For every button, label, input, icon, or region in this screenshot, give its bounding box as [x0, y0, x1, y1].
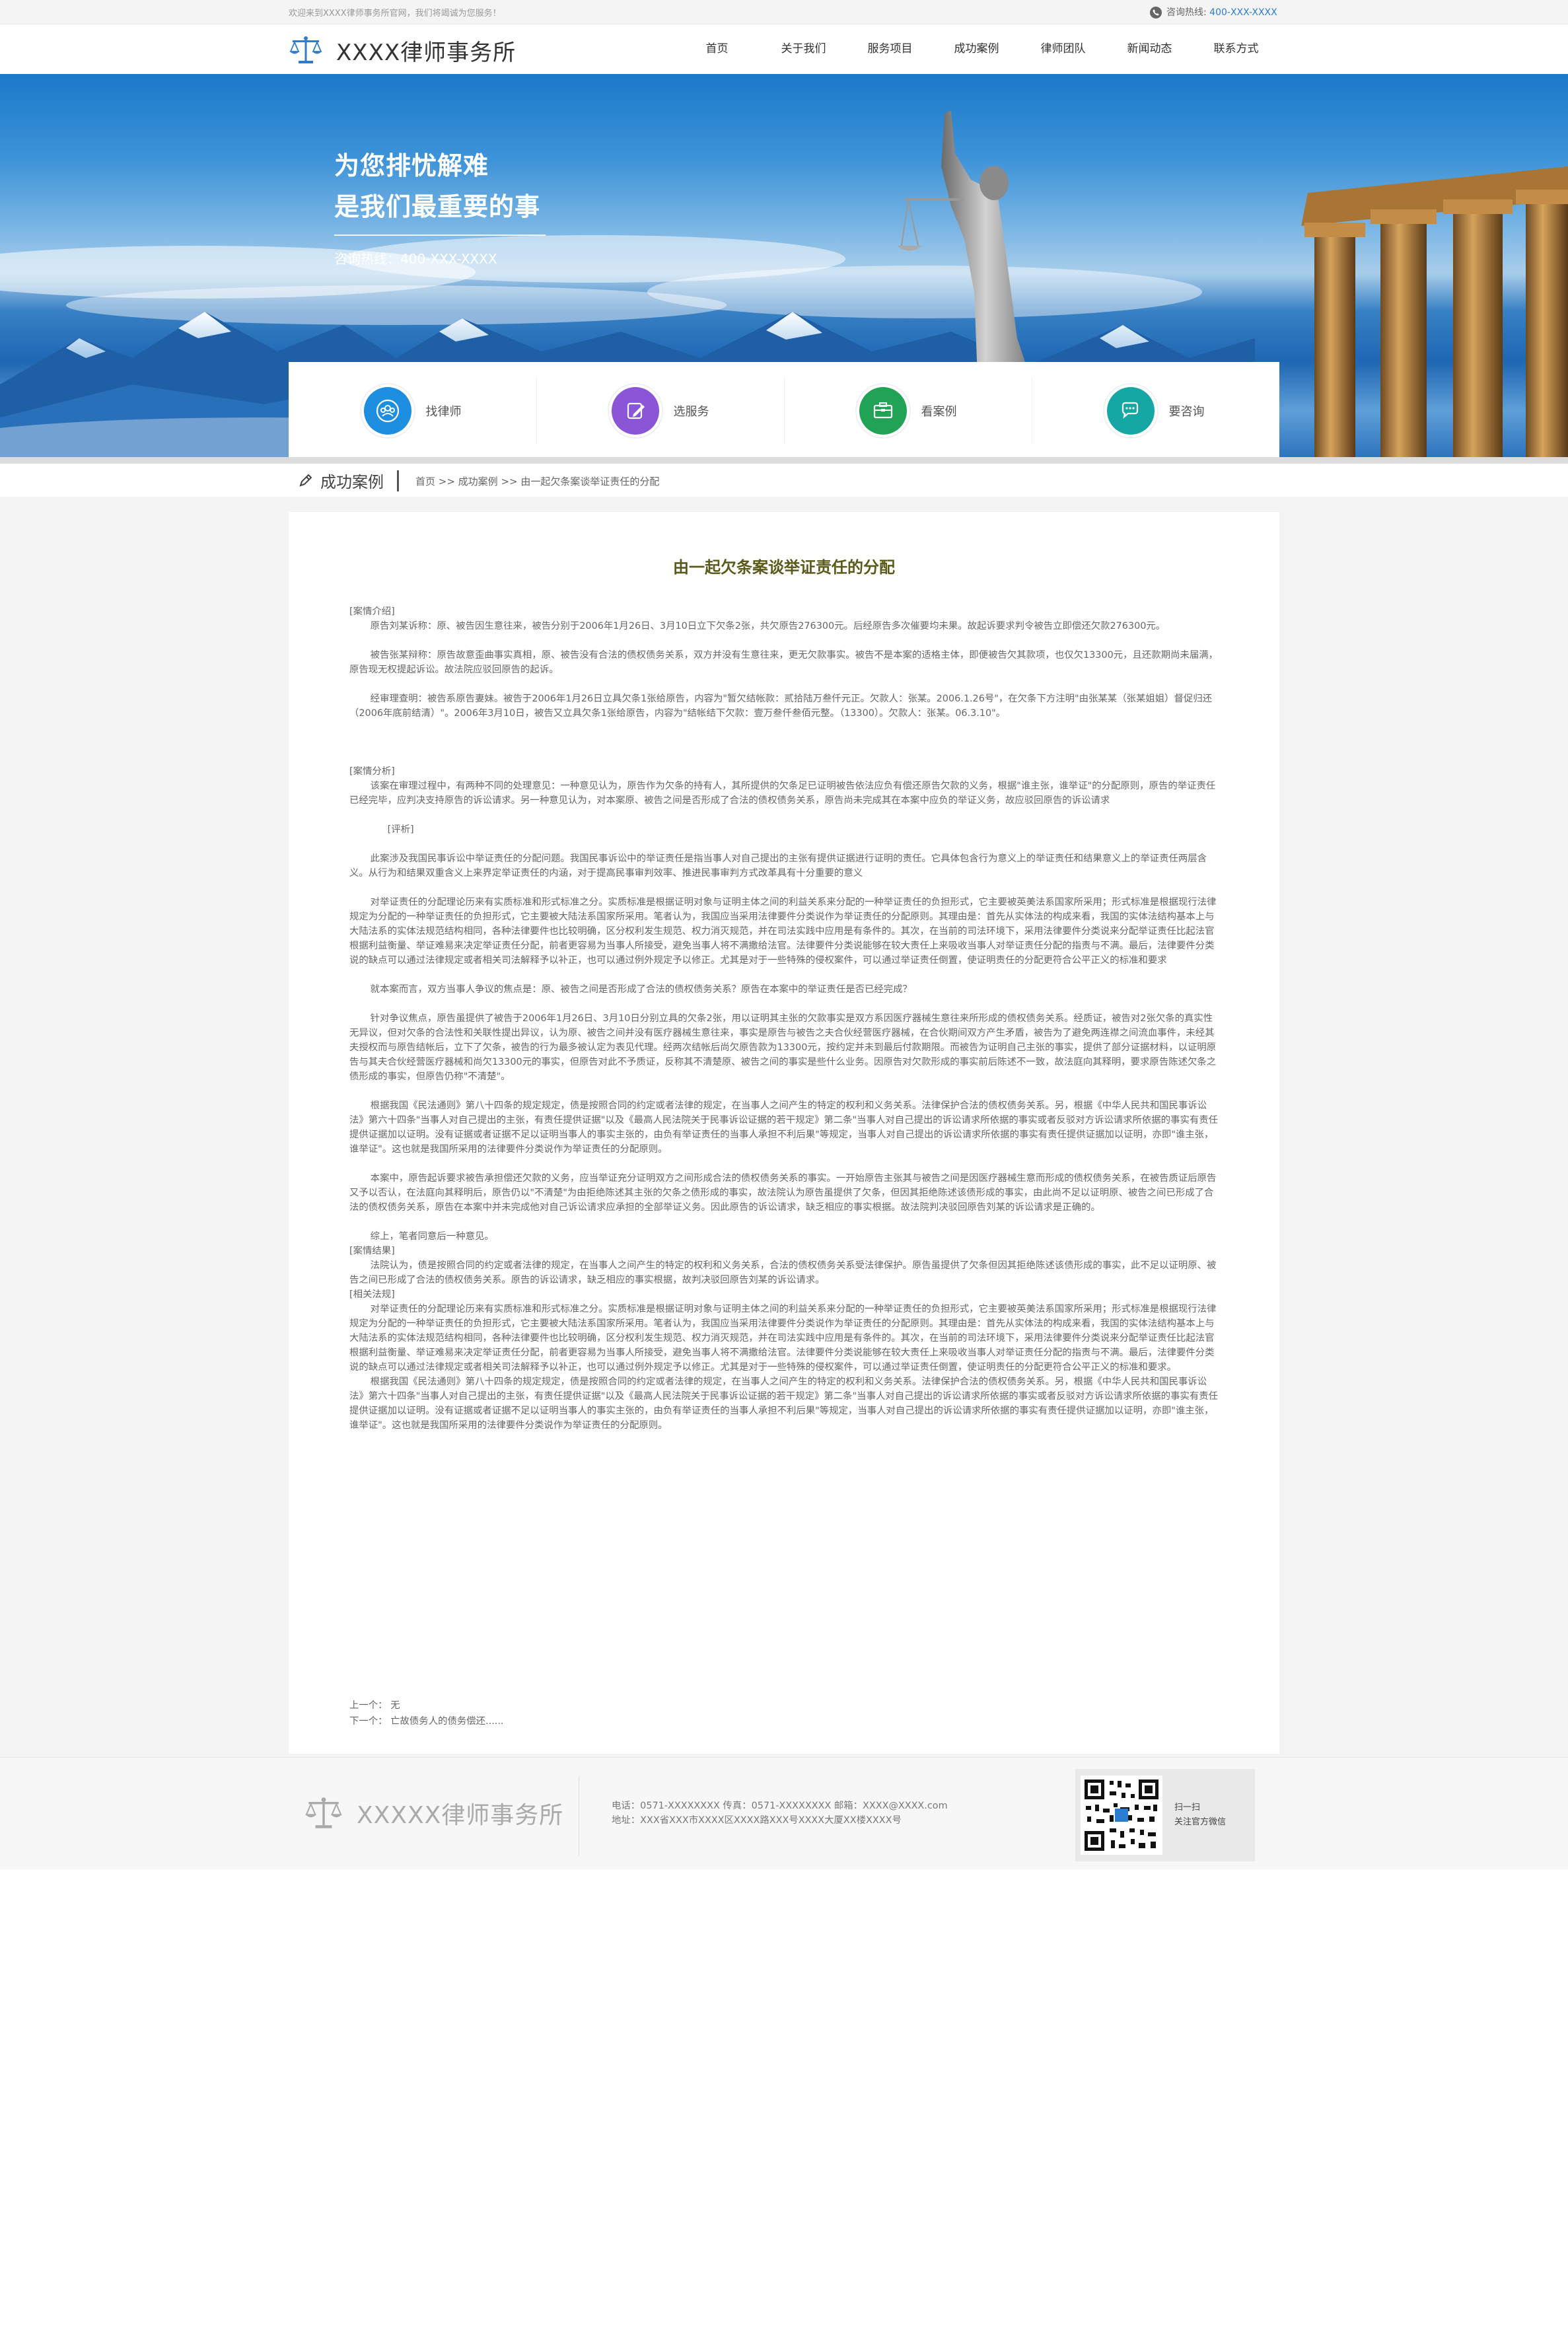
nav-item-cases[interactable]: 成功案例 — [933, 24, 1020, 74]
nav-item-team[interactable]: 律师团队 — [1020, 24, 1106, 74]
article-body: [案情介绍] 原告刘某诉称：原、被告因生意往来，被告分别于2006年1月26日、… — [349, 604, 1219, 1433]
wechat-qr-panel: 扫一扫 关注官方微信 — [1075, 1769, 1255, 1861]
hotline-number: 400-XXX-XXXX — [1209, 7, 1277, 18]
banner-hotline: 咨询热线：400-XXX-XXXX — [334, 251, 497, 267]
section-title-text: 成功案例 — [320, 472, 384, 491]
case-icon — [855, 383, 911, 439]
footer-address-line: 地址：XXX省XXX市XXXX区XXXX路XXX号XXXX大厦XX楼XXXX号 — [612, 1815, 902, 1826]
article-paragraph: [案情结果] — [349, 1246, 395, 1256]
article-paragraph: 原告刘某诉称：原、被告因生意往来，被告分别于2006年1月26日、3月10日立下… — [370, 621, 1166, 631]
nav-item-services[interactable]: 服务项目 — [847, 24, 933, 74]
qr-caption: 扫一扫 关注官方微信 — [1174, 1801, 1226, 1830]
article-paragraph: 本案中，原告起诉要求被告承担偿还欠款的义务，应当举证充分证明双方之间形成合法的债… — [349, 1173, 1217, 1213]
article-paragraph: 经审理查明：被告系原告妻妹。被告于2006年1月26日立具欠条1张给原告，内容为… — [349, 694, 1213, 719]
service-view-cases[interactable]: 看案例 — [784, 362, 1032, 460]
nav-item-about[interactable]: 关于我们 — [760, 24, 847, 74]
welcome-text: 欢迎来到XXXX律师事务所官网，我们将竭诚为您服务！ — [289, 9, 501, 18]
top-bar: 欢迎来到XXXX律师事务所官网，我们将竭诚为您服务！ 咨询热线: 400-XXX… — [0, 0, 1568, 24]
banner-divider — [0, 457, 1568, 464]
article-paragraph: 综上，笔者同意后一种意见。 — [370, 1231, 494, 1242]
prev-article-link[interactable]: 上一个： 无 — [349, 1698, 504, 1713]
site-logo[interactable]: XXXX律师事务所 — [289, 34, 516, 67]
article-panel: 由一起欠条案谈举证责任的分配 [案情介绍] 原告刘某诉称：原、被告因生意往来，被… — [289, 512, 1279, 1754]
people-icon — [359, 383, 415, 439]
main-nav: 首页 关于我们 服务项目 成功案例 律师团队 新闻动态 联系方式 — [674, 24, 1279, 74]
qr-caption-line2: 关注官方微信 — [1174, 1817, 1227, 1827]
service-quick-links: 找律师 选服务 看案例 要咨询 — [289, 362, 1279, 460]
footer: XXXXX律师事务所 电话：0571-XXXXXXXX 传真：0571-XXXX… — [0, 1757, 1568, 1869]
banner-slogan-line2: 是我们最重要的事 — [334, 192, 541, 221]
phone-icon — [1150, 7, 1162, 18]
topbar-hotline: 咨询热线: 400-XXX-XXXX — [1149, 5, 1277, 19]
nav-item-news[interactable]: 新闻动态 — [1106, 24, 1193, 74]
nav-item-home[interactable]: 首页 — [674, 24, 760, 74]
service-label: 看案例 — [921, 405, 957, 419]
edit-icon — [607, 383, 663, 439]
scales-logo-icon — [289, 36, 322, 63]
article-paragraph: [评析] — [387, 824, 414, 835]
article-paragraph: 根据我国《民法通则》第八十四条的规定规定，债是按照合同的约定或者法律的规定，在当… — [349, 1100, 1219, 1155]
article-paragraph: 针对争议焦点，原告虽提供了被告于2006年1月26日、3月10日分别立具的欠条2… — [349, 1013, 1217, 1082]
article-paragraph: 法院认为，债是按照合同的约定或者法律的规定，在当事人之间产生的特定的权利和义务关… — [349, 1260, 1217, 1285]
section-title: 成功案例 — [298, 464, 384, 497]
article-paragraph: 该案在审理过程中，有两种不同的处理意见：一种意见认为，原告作为欠条的持有人，其所… — [349, 781, 1216, 806]
next-article-link[interactable]: 下一个： 亡故债务人的债务偿还...... — [349, 1713, 504, 1729]
article-paragraph: [案情介绍] — [349, 606, 395, 617]
article-paragraph: 根据我国《民法通则》第八十四条的规定规定，债是按照合同的约定或者法律的规定，在当… — [349, 1377, 1219, 1431]
qr-code-icon — [1081, 1776, 1162, 1855]
nav-item-contact[interactable]: 联系方式 — [1193, 24, 1279, 74]
breadcrumb-separator — [397, 470, 399, 491]
service-label: 找律师 — [425, 405, 462, 419]
breadcrumb[interactable]: 首页 >> 成功案例 >> 由一起欠条案谈举证责任的分配 — [415, 474, 659, 488]
page-bottom-space — [0, 1869, 1568, 2337]
footer-logo: XXXXX律师事务所 — [304, 1796, 563, 1830]
pencil-icon — [299, 474, 312, 487]
logo-text: XXXX律师事务所 — [336, 39, 517, 66]
breadcrumb-bar: 成功案例 首页 >> 成功案例 >> 由一起欠条案谈举证责任的分配 — [289, 464, 1279, 497]
article-paragraph: [案情分析] — [349, 766, 395, 777]
footer-contact-info: 电话：0571-XXXXXXXX 传真：0571-XXXXXXXX 邮箱：XXX… — [612, 1799, 948, 1828]
hotline-label: 咨询热线: — [1166, 7, 1207, 18]
article-title: 由一起欠条案谈举证责任的分配 — [673, 558, 895, 577]
footer-contact-line: 电话：0571-XXXXXXXX 传真：0571-XXXXXXXX 邮箱：XXX… — [612, 1801, 948, 1811]
service-consult[interactable]: 要咨询 — [1032, 362, 1279, 460]
article-paragraph: 对举证责任的分配理论历来有实质标准和形式标准之分。实质标准是根据证明对象与证明主… — [349, 897, 1217, 966]
banner-slogan-line1: 为您排忧解难 — [334, 151, 489, 180]
article-paragraph: 对举证责任的分配理论历来有实质标准和形式标准之分。实质标准是根据证明对象与证明主… — [349, 1304, 1217, 1373]
scales-logo-icon — [305, 1797, 342, 1828]
qr-caption-line1: 扫一扫 — [1174, 1803, 1201, 1813]
article-paragraph: 被告张某辩称：原告故意歪曲事实真相，原、被告没有合法的债权债务关系，双方并没有生… — [349, 650, 1219, 675]
article-paragraph: 此案涉及我国民事诉讼中举证责任的分配问题。我国民事诉讼中的举证责任是指当事人对自… — [349, 853, 1207, 879]
slogan-divider — [334, 234, 546, 236]
header: XXXX律师事务所 首页 关于我们 服务项目 成功案例 律师团队 新闻动态 联系… — [0, 24, 1568, 74]
article-paragraph: 就本案而言，双方当事人争议的焦点是：原、被告之间是否形成了合法的债权债务关系？原… — [370, 984, 912, 995]
service-choose-service[interactable]: 选服务 — [536, 362, 784, 460]
article-paragraph: [相关法规] — [349, 1289, 395, 1300]
chat-icon — [1102, 383, 1158, 439]
prev-next-links: 上一个： 无 下一个： 亡故债务人的债务偿还...... — [349, 1698, 504, 1729]
service-label: 选服务 — [673, 405, 709, 419]
footer-logo-text: XXXXX律师事务所 — [357, 1802, 564, 1829]
service-label: 要咨询 — [1168, 405, 1205, 419]
service-find-lawyer[interactable]: 找律师 — [289, 362, 536, 460]
